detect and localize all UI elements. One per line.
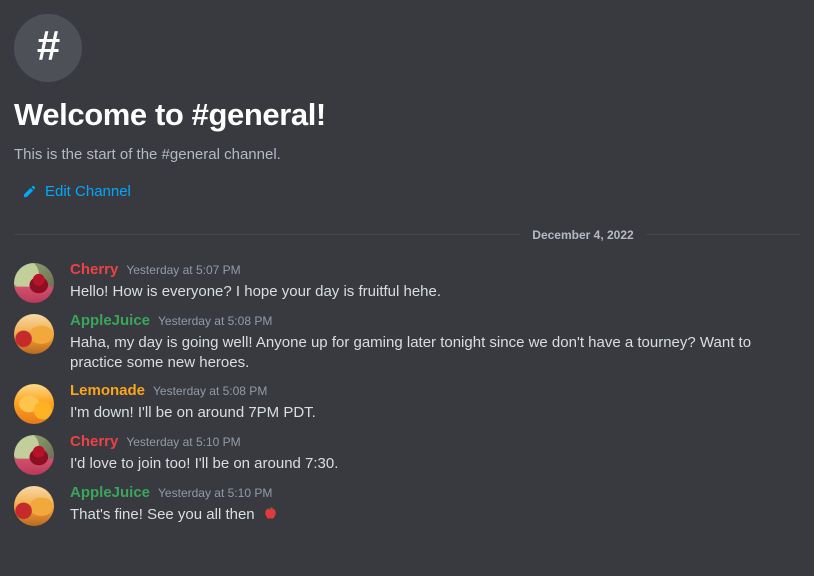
page-title: Welcome to #general! — [14, 97, 326, 132]
message-author[interactable]: Lemonade — [70, 382, 145, 400]
hash-icon: # — [14, 14, 82, 82]
avatar[interactable] — [14, 384, 54, 425]
message-text: Haha, my day is going well! Anyone up fo… — [70, 333, 756, 371]
pencil-icon — [22, 184, 37, 199]
avatar[interactable] — [14, 313, 54, 354]
message-meta: Cherry Yesterday at 5:10 PM — [70, 433, 760, 451]
message-row: Lemonade Yesterday at 5:08 PM I'm down! I'… — [14, 375, 800, 426]
avatar[interactable] — [14, 435, 54, 476]
channel-description: This is the start of the #general channe… — [14, 146, 281, 164]
message-body: Cherry Yesterday at 5:10 PM I'd love to jo… — [70, 433, 800, 475]
date-divider: December 4, 2022 — [14, 228, 800, 242]
message-body: Cherry Yesterday at 5:07 PM Hello! How is … — [70, 261, 800, 303]
avatar[interactable] — [14, 486, 54, 527]
divider-date: December 4, 2022 — [532, 227, 634, 242]
red-apple-emoji — [262, 505, 279, 522]
edit-channel-button[interactable]: Edit Channel — [22, 183, 131, 200]
message-author[interactable]: Cherry — [70, 433, 118, 451]
message-timestamp: Yesterday at 5:08 PM — [158, 313, 273, 328]
message-timestamp: Yesterday at 5:10 PM — [158, 486, 273, 501]
message-row: AppleJuice Yesterday at 5:10 PM That's fin… — [14, 477, 800, 528]
message-meta: Cherry Yesterday at 5:07 PM — [70, 261, 760, 279]
message-text: That's fine! See you all then — [70, 505, 760, 525]
message-meta: AppleJuice Yesterday at 5:10 PM — [70, 484, 760, 502]
message-timestamp: Yesterday at 5:08 PM — [153, 384, 268, 399]
message-meta: AppleJuice Yesterday at 5:08 PM — [70, 312, 760, 330]
hash-glyph: # — [36, 22, 60, 69]
discord-channel-view: # Welcome to #general! This is the start… — [0, 0, 814, 576]
message-body: Lemonade Yesterday at 5:08 PM I'm down! I'… — [70, 382, 800, 424]
message-timestamp: Yesterday at 5:07 PM — [126, 262, 241, 277]
edit-channel-label: Edit Channel — [45, 182, 131, 200]
message-author[interactable]: Cherry — [70, 261, 118, 279]
message-list: Cherry Yesterday at 5:07 PM Hello! How is … — [14, 250, 800, 529]
avatar[interactable] — [14, 262, 54, 303]
message-text: Hello! How is everyone? I hope your day … — [70, 282, 442, 300]
message-row: Cherry Yesterday at 5:10 PM I'd love to jo… — [14, 426, 800, 477]
channel-intro: # Welcome to #general! This is the start… — [14, 0, 800, 204]
message-body: AppleJuice Yesterday at 5:10 PM That's fin… — [70, 484, 800, 526]
divider-rule-right — [645, 234, 800, 236]
message-timestamp: Yesterday at 5:10 PM — [126, 435, 241, 450]
message-body: AppleJuice Yesterday at 5:08 PM Haha, my d… — [70, 312, 800, 374]
message-author[interactable]: AppleJuice — [70, 312, 150, 330]
message-text: I'd love to join too! I'll be on around … — [70, 455, 339, 473]
message-author[interactable]: AppleJuice — [70, 484, 150, 502]
message-row: AppleJuice Yesterday at 5:08 PM Haha, my d… — [14, 305, 800, 376]
message-meta: Lemonade Yesterday at 5:08 PM — [70, 382, 760, 400]
message-text: I'm down! I'll be on around 7PM PDT. — [70, 404, 316, 422]
message-row: Cherry Yesterday at 5:07 PM Hello! How is … — [14, 254, 800, 305]
divider-rule-left — [14, 234, 521, 236]
